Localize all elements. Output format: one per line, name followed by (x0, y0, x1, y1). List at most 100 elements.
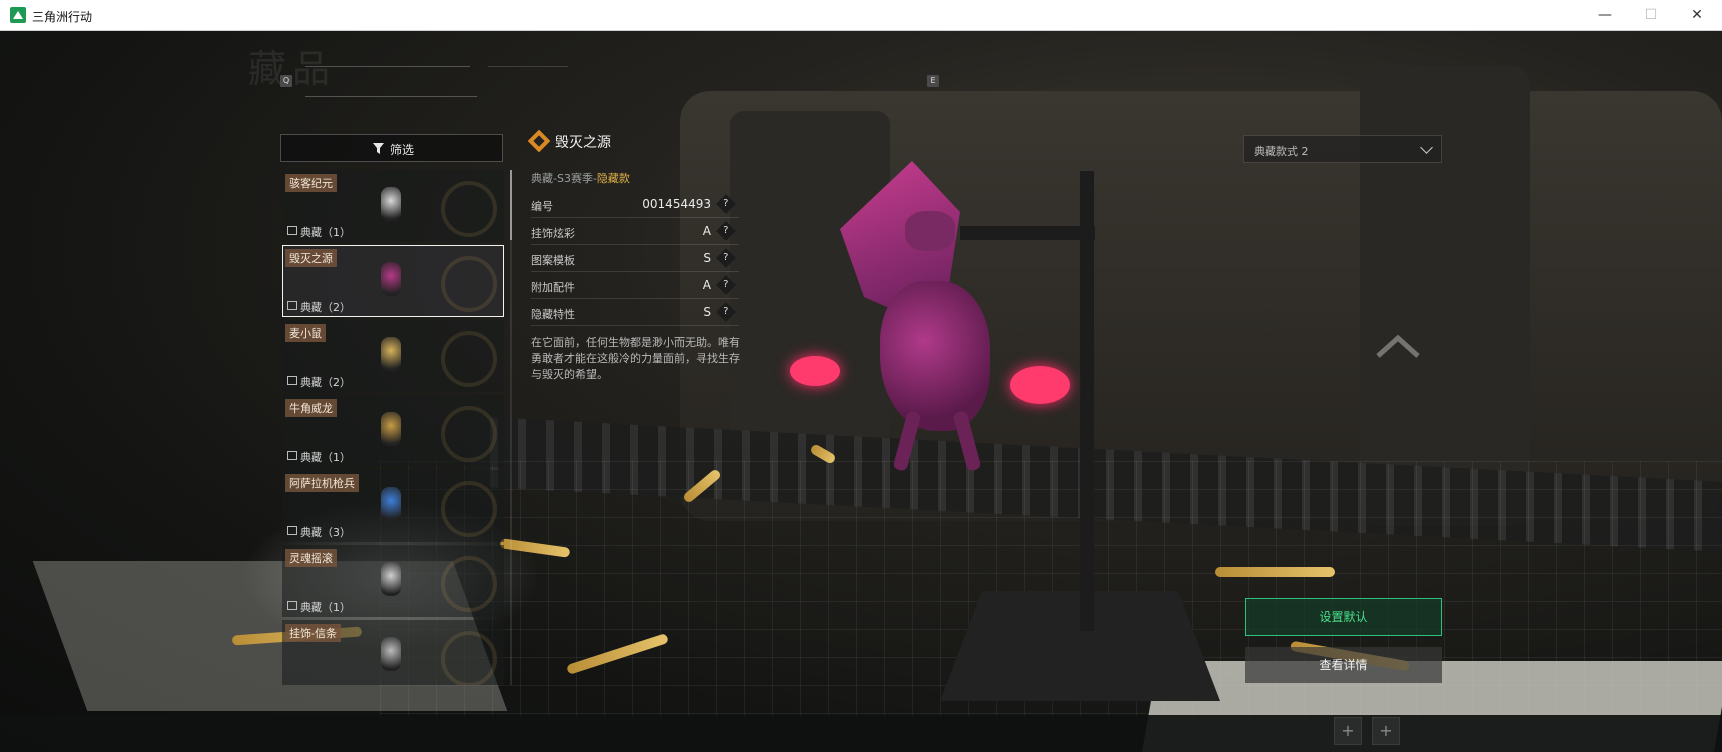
app-logo-icon (10, 7, 26, 23)
item-name: 骇客纪元 (285, 174, 337, 192)
hidden-tag: 隐藏款 (596, 172, 630, 185)
display-stand-pole (1080, 171, 1094, 631)
item-name: 毁灭之源 (285, 249, 337, 267)
list-item[interactable]: 毁灭之源典藏（2） (282, 245, 504, 317)
coin-emblem-icon (441, 181, 497, 237)
image-icon (287, 226, 297, 235)
detail-season: 典藏-S3赛季-隐藏款 (531, 170, 630, 186)
item-name: 挂饰-信条 (285, 624, 341, 642)
pendant-thumbnail (381, 337, 401, 371)
key-hint-q[interactable]: Q (280, 75, 292, 87)
help-glyph: ? (723, 225, 729, 236)
list-item[interactable]: 灵魂摇滚 典藏（1） (282, 545, 504, 617)
pendant-claw-left (790, 356, 840, 386)
help-glyph: ? (723, 198, 729, 209)
list-item[interactable]: 牛角威龙典藏（1） (282, 395, 504, 467)
scene-background (0, 31, 1722, 752)
collection-list: 骇客纪元 典藏（1） 毁灭之源 典藏（2） 麦小鼠 典藏（2） 牛角威龙 典藏（1） 阿萨拉机枪… (282, 170, 504, 685)
season-label: 典藏-S3赛季- (531, 172, 597, 185)
heading-underline (305, 66, 470, 67)
item-name: 麦小鼠 (285, 324, 326, 342)
style-dropdown-value: 典藏款式 2 (1254, 145, 1309, 158)
list-item[interactable]: 挂饰-信条 (282, 620, 504, 685)
coin-emblem-icon (441, 331, 497, 387)
list-item[interactable]: 麦小鼠典藏（2） (282, 320, 504, 392)
pendant-body (880, 281, 990, 431)
bullet-shell (1215, 567, 1335, 577)
title-bar: 三角洲行动 — ☐ ✕ (0, 0, 1722, 31)
coin-emblem-icon (441, 406, 497, 462)
heading-underline (305, 96, 477, 97)
minimize-button[interactable]: — (1582, 0, 1628, 31)
property-label: 挂饰炫彩 (531, 227, 575, 240)
maximize-button[interactable]: ☐ (1628, 0, 1674, 31)
pendant-thumbnail (381, 412, 401, 446)
close-button[interactable]: ✕ (1674, 0, 1720, 31)
help-glyph: ? (723, 306, 729, 317)
help-icon[interactable]: ? (716, 221, 736, 241)
coin-emblem-icon (441, 556, 497, 612)
image-icon (287, 526, 297, 535)
add-slot-button[interactable]: + (1334, 717, 1362, 745)
help-icon[interactable]: ? (716, 248, 736, 268)
detail-description: 在它面前，任何生物都是渺小而无助。唯有勇敢者才能在这般冷的力量面前，寻找生存与毁… (531, 336, 740, 381)
item-name: 阿萨拉机枪兵 (285, 474, 359, 492)
filter-icon (373, 143, 384, 154)
pendant-thumbnail (381, 187, 401, 221)
property-label: 图案模板 (531, 254, 575, 267)
image-icon (287, 601, 297, 610)
view-detail-button[interactable]: 查看详情 (1245, 647, 1442, 683)
list-item[interactable]: 骇客纪元典藏（1） (282, 170, 504, 242)
pendant-claw-right (1010, 366, 1070, 404)
chevron-down-icon (1420, 141, 1433, 154)
property-row: 图案模板 S? (531, 245, 739, 272)
item-rarity: 典藏（1） (300, 451, 351, 464)
help-icon[interactable]: ? (716, 194, 736, 214)
coin-emblem-icon (441, 631, 497, 685)
property-value: A (702, 278, 711, 292)
filter-label: 筛选 (390, 143, 415, 157)
heading-underline (488, 66, 568, 67)
help-glyph: ? (723, 252, 729, 263)
image-icon (287, 301, 297, 310)
help-icon[interactable]: ? (716, 275, 736, 295)
help-icon[interactable]: ? (716, 302, 736, 322)
property-value: S (703, 305, 711, 319)
detail-title: 毁灭之源 (555, 135, 611, 151)
item-name: 牛角威龙 (285, 399, 337, 417)
pendant-leg (892, 410, 922, 472)
pendant-thumbnail (381, 487, 401, 521)
property-row: 编号 001454493? (531, 191, 739, 218)
item-rarity: 典藏（2） (300, 376, 351, 389)
item-rarity: 典藏（1） (300, 601, 351, 614)
image-icon (287, 451, 297, 460)
property-row: 附加配件 A? (531, 272, 739, 299)
help-glyph: ? (723, 279, 729, 290)
pendant-thumbnail (381, 262, 401, 296)
property-label: 隐藏特性 (531, 308, 575, 321)
coin-emblem-icon (441, 256, 497, 312)
pendant-thumbnail (381, 637, 401, 671)
add-slot-button[interactable]: + (1372, 717, 1400, 745)
filter-button[interactable]: 筛选 (280, 134, 503, 162)
chevron-up-icon (1376, 334, 1420, 358)
bottom-bar (0, 715, 1722, 752)
list-scrollbar[interactable] (510, 170, 512, 240)
property-row: 挂饰炫彩 A? (531, 218, 739, 245)
property-label: 附加配件 (531, 281, 575, 294)
pendant-preview[interactable] (790, 161, 1080, 472)
set-default-button[interactable]: 设置默认 (1245, 598, 1442, 636)
window-title: 三角洲行动 (32, 10, 93, 24)
property-row: 隐藏特性 S? (531, 299, 739, 326)
pendant-leg (952, 410, 982, 472)
list-item[interactable]: 阿萨拉机枪兵 典藏（3） (282, 470, 504, 542)
style-dropdown[interactable]: 典藏款式 2 (1243, 135, 1442, 163)
image-icon (287, 376, 297, 385)
list-scroll-track[interactable] (510, 170, 512, 685)
item-rarity: 典藏（2） (300, 301, 351, 314)
game-window: 三角洲行动 — ☐ ✕ 藏品 Q E 筛选 骇客纪元 典藏（1） 毁灭之源 典藏… (0, 0, 1722, 752)
pendant-thumbnail (381, 562, 401, 596)
key-hint-e[interactable]: E (927, 75, 939, 87)
property-value: S (703, 251, 711, 265)
item-rarity: 典藏（1） (300, 226, 351, 239)
